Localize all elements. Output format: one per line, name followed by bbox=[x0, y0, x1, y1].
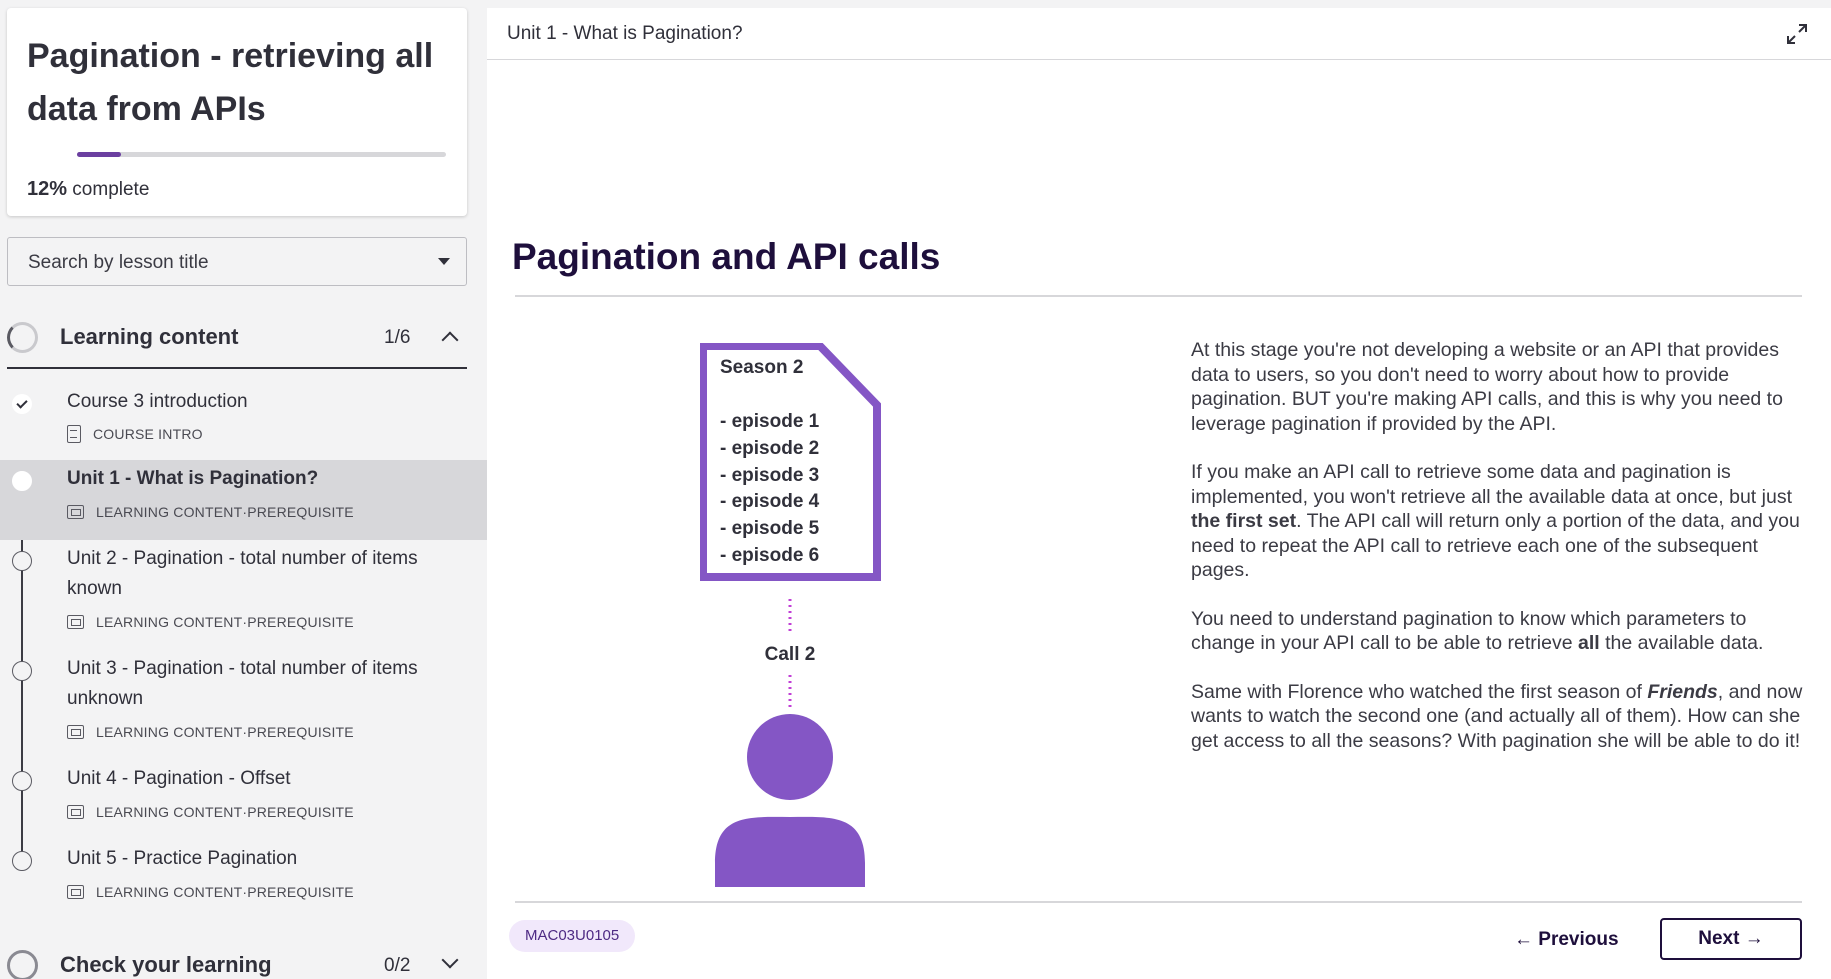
screen-icon bbox=[67, 725, 84, 739]
lesson-item-unit-5[interactable]: Unit 5 - Practice Pagination LEARNING CO… bbox=[0, 840, 487, 920]
lesson-status-circle-icon bbox=[12, 851, 32, 871]
screen-icon bbox=[67, 805, 84, 819]
lesson-meta: LEARNING CONTENT · PREREQUISITE bbox=[67, 724, 354, 740]
section-progress-ring-icon bbox=[7, 950, 38, 979]
lesson-title: Unit 1 - What is Pagination? bbox=[67, 468, 319, 489]
section-divider bbox=[7, 367, 467, 369]
episode-line: - episode 4 bbox=[720, 491, 820, 512]
document-icon bbox=[67, 425, 81, 443]
section-title: Check your learning bbox=[60, 952, 272, 977]
progress-bar-fill bbox=[77, 152, 122, 157]
lesson-meta: LEARNING CONTENT · PREREQUISITE bbox=[67, 614, 354, 630]
chevron-up-icon[interactable] bbox=[441, 331, 459, 349]
content-divider bbox=[515, 295, 1802, 297]
lesson-status-circle-icon bbox=[12, 661, 32, 681]
lesson-item-unit-3[interactable]: Unit 3 - Pagination - total number of it… bbox=[0, 650, 487, 760]
course-card: Pagination - retrieving all data from AP… bbox=[7, 8, 467, 216]
lesson-body-text: At this stage you're not developing a we… bbox=[1191, 338, 1811, 777]
paragraph: At this stage you're not developing a we… bbox=[1191, 339, 1783, 435]
expand-fullscreen-icon[interactable] bbox=[1785, 22, 1809, 46]
lesson-title: Unit 3 - Pagination - total number of it… bbox=[67, 658, 418, 709]
doc-heading: Season 2 bbox=[720, 357, 803, 378]
season-document-shape bbox=[700, 343, 881, 581]
lesson-title: Unit 5 - Practice Pagination bbox=[67, 848, 298, 869]
lesson-search-dropdown[interactable]: Search by lesson title bbox=[7, 237, 467, 286]
paragraph: Same with Florence who watched the first… bbox=[1191, 680, 1803, 752]
screen-icon bbox=[67, 505, 84, 519]
episode-line: - episode 1 bbox=[720, 411, 820, 432]
lesson-topbar: Unit 1 - What is Pagination? bbox=[487, 8, 1831, 60]
lesson-meta: LEARNING CONTENT · PREREQUISITE bbox=[67, 804, 354, 820]
chevron-down-icon[interactable] bbox=[441, 951, 459, 969]
call-label: Call 2 bbox=[765, 644, 816, 665]
episode-line: - episode 3 bbox=[720, 465, 819, 486]
content-title: Pagination and API calls bbox=[512, 236, 941, 277]
screen-icon bbox=[67, 885, 84, 899]
lesson-item-unit-4[interactable]: Unit 4 - Pagination - Offset LEARNING CO… bbox=[0, 760, 487, 840]
search-placeholder: Search by lesson title bbox=[28, 252, 209, 273]
lesson-status-circle-icon bbox=[12, 551, 32, 571]
lesson-meta: COURSE INTRO bbox=[67, 425, 203, 443]
progress-bar bbox=[77, 152, 446, 157]
section-count: 1/6 bbox=[384, 327, 411, 348]
person-body-icon bbox=[715, 816, 865, 887]
lesson-title: Unit 4 - Pagination - Offset bbox=[67, 768, 291, 789]
lesson-item-unit-1[interactable]: Unit 1 - What is Pagination? LEARNING CO… bbox=[0, 460, 487, 540]
episode-line: - episode 5 bbox=[720, 518, 820, 539]
episode-line: - episode 2 bbox=[720, 438, 819, 459]
section-count: 0/2 bbox=[384, 955, 411, 976]
course-sidebar: Pagination - retrieving all data from AP… bbox=[0, 0, 487, 979]
lesson-panel: Unit 1 - What is Pagination? Pagination … bbox=[487, 8, 1831, 979]
caret-down-icon bbox=[438, 258, 450, 265]
section-learning-content[interactable]: Learning content 1/6 bbox=[0, 307, 467, 367]
check-icon bbox=[12, 394, 32, 414]
lesson-meta: LEARNING CONTENT · PREREQUISITE bbox=[67, 884, 354, 900]
paragraph: If you make an API call to retrieve some… bbox=[1191, 461, 1800, 581]
lesson-title: Course 3 introduction bbox=[67, 391, 248, 412]
screen-icon bbox=[67, 615, 84, 629]
lesson-item-course-intro[interactable]: Course 3 introduction COURSE INTRO bbox=[0, 383, 487, 460]
lesson-meta: LEARNING CONTENT · PREREQUISITE bbox=[67, 504, 354, 520]
pagination-illustration: Season 2 - episode 1 - episode 2 - episo… bbox=[700, 343, 881, 887]
lesson-item-unit-2[interactable]: Unit 2 - Pagination - total number of it… bbox=[0, 540, 487, 650]
lesson-topbar-title: Unit 1 - What is Pagination? bbox=[507, 23, 743, 44]
person-head-icon bbox=[747, 714, 833, 800]
next-button[interactable]: Next → bbox=[1660, 918, 1802, 960]
lesson-status-circle-icon bbox=[12, 771, 32, 791]
section-title: Learning content bbox=[60, 324, 239, 349]
lesson-code-badge: MAC03U0105 bbox=[509, 920, 636, 952]
previous-button[interactable]: ← Previous bbox=[1514, 920, 1619, 960]
course-title: Pagination - retrieving all data from AP… bbox=[27, 37, 434, 128]
lesson-title: Unit 2 - Pagination - total number of it… bbox=[67, 548, 418, 599]
episode-line: - episode 6 bbox=[720, 545, 819, 566]
section-progress-ring-icon bbox=[7, 322, 38, 353]
footer-divider bbox=[515, 901, 1802, 903]
paragraph: You need to understand pagination to kno… bbox=[1191, 607, 1764, 655]
section-check-your-learning[interactable]: Check your learning 0/2 bbox=[0, 935, 467, 979]
current-lesson-dot-icon bbox=[12, 471, 32, 491]
progress-text: 12% complete bbox=[27, 178, 150, 200]
